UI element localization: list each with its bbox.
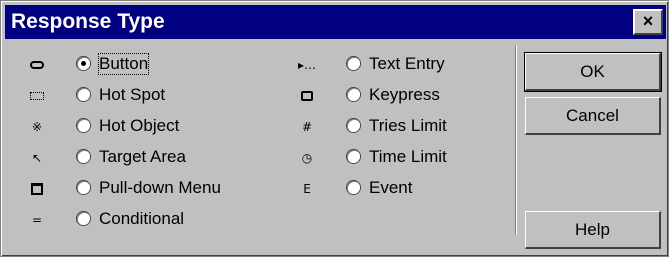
option-label: Pull-down Menu — [99, 178, 221, 197]
pull-down-menu-icon — [25, 177, 49, 201]
title-bar: Response Type × — [5, 5, 666, 39]
option-label: Button — [97, 53, 150, 75]
option-label: Text Entry — [369, 54, 445, 73]
close-button[interactable]: × — [633, 9, 663, 35]
cancel-button[interactable]: Cancel — [525, 97, 661, 135]
radio-tries-limit[interactable] — [347, 119, 360, 132]
radio-hot-object[interactable] — [77, 119, 90, 132]
button-shape-icon — [25, 53, 49, 77]
option-label: Target Area — [99, 147, 186, 166]
option-label: Event — [369, 178, 413, 197]
radio-text-entry[interactable] — [347, 57, 360, 70]
option-label: Conditional — [99, 209, 185, 228]
hot-object-icon: ※ — [31, 120, 43, 134]
radio-keypress[interactable] — [347, 88, 360, 101]
hot-spot-icon — [25, 84, 49, 108]
option-label: Time Limit — [369, 147, 447, 166]
option-label: Keypress — [369, 85, 440, 104]
radio-hot-spot[interactable] — [77, 88, 90, 101]
keypress-icon — [295, 84, 319, 108]
ok-button[interactable]: OK — [525, 53, 661, 91]
target-area-icon: ↖ — [31, 151, 43, 165]
radio-conditional[interactable] — [77, 212, 90, 225]
radio-time-limit[interactable] — [347, 150, 360, 163]
tries-limit-icon: # — [301, 120, 313, 134]
option-label: Hot Object — [99, 116, 180, 135]
window-title: Response Type — [11, 10, 165, 33]
event-icon: E — [303, 182, 311, 196]
close-icon: × — [642, 11, 654, 31]
radio-button-selected[interactable] — [77, 57, 90, 70]
time-limit-icon: ◷ — [301, 151, 313, 165]
option-label: Tries Limit — [369, 116, 447, 135]
radio-pull-down-menu[interactable] — [77, 181, 90, 194]
option-label: Hot Spot — [99, 85, 166, 104]
radio-target-area[interactable] — [77, 150, 90, 163]
text-entry-icon: ▸… — [297, 58, 317, 72]
conditional-icon: = — [31, 213, 43, 227]
radio-event[interactable] — [347, 181, 360, 194]
help-button[interactable]: Help — [525, 211, 661, 249]
vertical-separator — [515, 45, 517, 235]
response-type-dialog: Response Type × Button Hot Spot ※ Hot Ob… — [0, 0, 669, 257]
